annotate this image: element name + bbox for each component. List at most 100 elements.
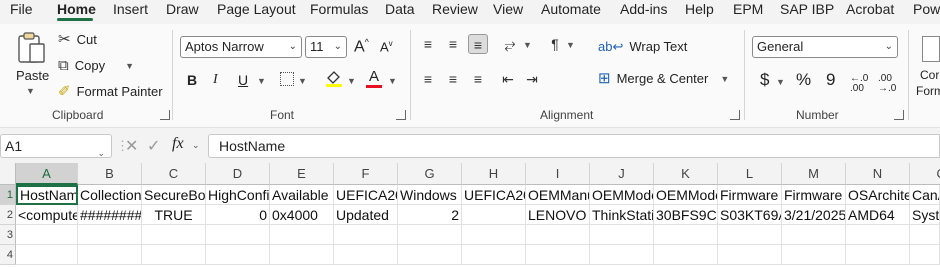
grow-font-icon[interactable]: A^ <box>354 37 369 56</box>
cell-o3[interactable] <box>910 225 940 245</box>
tab-review[interactable]: Review <box>432 1 478 17</box>
merge-dropdown-icon[interactable]: ▼ <box>720 74 729 84</box>
select-all-corner[interactable] <box>0 163 16 185</box>
cell-d3[interactable] <box>206 225 270 245</box>
fill-color-icon[interactable] <box>324 68 344 88</box>
orientation-icon[interactable]: ⥂ <box>500 34 520 54</box>
tab-epm[interactable]: EPM <box>733 1 763 17</box>
cell-m1[interactable]: Firmware <box>782 185 846 205</box>
copy-button[interactable]: ⧉ Copy ▼ <box>58 58 134 73</box>
increase-indent-icon[interactable]: ⇥ <box>522 69 542 89</box>
cut-button[interactable]: ✂ Cut <box>58 32 97 47</box>
tab-sap-ibp[interactable]: SAP IBP <box>780 1 834 17</box>
tab-file[interactable]: File <box>10 1 33 17</box>
font-launcher-icon[interactable] <box>396 110 406 120</box>
borders-dropdown-icon[interactable]: ▼ <box>298 76 307 86</box>
cell-i4[interactable] <box>526 245 590 265</box>
fill-color-dropdown-icon[interactable]: ▼ <box>347 76 356 86</box>
column-header-f[interactable]: F <box>334 163 398 185</box>
align-top-icon[interactable]: ≡ <box>418 34 438 54</box>
tab-page-layout[interactable]: Page Layout <box>217 1 296 17</box>
text-direction-icon[interactable]: ¶ <box>545 34 565 54</box>
underline-button[interactable]: U <box>238 72 248 88</box>
cell-h2[interactable] <box>462 205 526 225</box>
cell-e1[interactable]: Available <box>270 185 334 205</box>
cell-m3[interactable] <box>782 225 846 245</box>
cell-m2[interactable]: 3/21/2025 <box>782 205 846 225</box>
column-header-g[interactable]: G <box>398 163 462 185</box>
row-header-1[interactable]: 1 <box>0 185 16 205</box>
column-header-m[interactable]: M <box>782 163 846 185</box>
column-header-k[interactable]: K <box>654 163 718 185</box>
tab-help[interactable]: Help <box>685 1 714 17</box>
borders-icon[interactable] <box>280 72 294 86</box>
cell-j1[interactable]: OEMMode <box>590 185 654 205</box>
text-direction-dropdown-icon[interactable]: ▼ <box>566 40 575 50</box>
cell-d2[interactable]: 0 <box>206 205 270 225</box>
cell-l3[interactable] <box>718 225 782 245</box>
insert-function-icon[interactable]: fx <box>172 135 184 153</box>
font-color-dropdown-icon[interactable]: ▼ <box>388 76 397 86</box>
shrink-font-icon[interactable]: Av <box>380 39 393 54</box>
column-header-j[interactable]: J <box>590 163 654 185</box>
increase-decimal-icon[interactable]: ←.0.00 <box>850 74 868 94</box>
cell-j3[interactable] <box>590 225 654 245</box>
align-center-icon[interactable]: ≡ <box>443 69 463 89</box>
cell-o2[interactable]: Syste <box>910 205 940 225</box>
percent-icon[interactable]: % <box>796 70 811 90</box>
cell-c1[interactable]: SecureBoo <box>142 185 206 205</box>
paste-icon[interactable] <box>14 30 50 66</box>
cell-l2[interactable]: S03KT69A <box>718 205 782 225</box>
cell-d1[interactable]: HighConfi <box>206 185 270 205</box>
cell-f4[interactable] <box>334 245 398 265</box>
tab-data[interactable]: Data <box>385 1 415 17</box>
row-header-3[interactable]: 3 <box>0 225 16 245</box>
cell-h1[interactable]: UEFICA202 <box>462 185 526 205</box>
cell-a1[interactable]: HostNam <box>16 185 78 205</box>
column-header-n[interactable]: N <box>846 163 910 185</box>
tab-view[interactable]: View <box>493 1 523 17</box>
cell-e3[interactable] <box>270 225 334 245</box>
conditional-formatting-icon[interactable] <box>922 36 940 62</box>
tab-draw[interactable]: Draw <box>166 1 199 17</box>
cell-h3[interactable] <box>462 225 526 245</box>
align-middle-icon[interactable]: ≡ <box>443 34 463 54</box>
tab-formulas[interactable]: Formulas <box>310 1 368 17</box>
column-header-i[interactable]: I <box>526 163 590 185</box>
cell-o4[interactable] <box>910 245 940 265</box>
underline-dropdown-icon[interactable]: ▼ <box>257 76 266 86</box>
number-format-select[interactable]: General ⌄ <box>752 36 898 58</box>
tab-insert[interactable]: Insert <box>113 1 148 17</box>
cell-g4[interactable] <box>398 245 462 265</box>
italic-button[interactable]: I <box>213 72 218 88</box>
cell-l1[interactable]: Firmware <box>718 185 782 205</box>
currency-icon[interactable]: $ <box>760 70 769 90</box>
tab-acrobat[interactable]: Acrobat <box>846 1 894 17</box>
paste-button[interactable]: Paste <box>16 68 49 83</box>
cell-a2[interactable]: <compute <box>16 205 78 225</box>
merge-center-button[interactable]: ⊞ Merge & Center ▼ <box>598 71 729 86</box>
number-launcher-icon[interactable] <box>894 110 904 120</box>
cell-h4[interactable] <box>462 245 526 265</box>
cell-c3[interactable] <box>142 225 206 245</box>
cell-k2[interactable]: 30BFS9C9 <box>654 205 718 225</box>
tab-power[interactable]: Pow <box>913 1 940 17</box>
decrease-indent-icon[interactable]: ⇤ <box>498 69 518 89</box>
cell-g1[interactable]: Windows <box>398 185 462 205</box>
tab-home[interactable]: Home <box>57 1 96 17</box>
cell-c4[interactable] <box>142 245 206 265</box>
cell-k4[interactable] <box>654 245 718 265</box>
cancel-icon[interactable]: ✕ <box>125 136 138 156</box>
cell-n2[interactable]: AMD64 <box>846 205 910 225</box>
font-size-select[interactable]: 11 ⌄ <box>305 36 347 58</box>
font-name-select[interactable]: Aptos Narrow ⌄ <box>180 36 302 58</box>
align-right-icon[interactable]: ≡ <box>468 69 488 89</box>
column-header-b[interactable]: B <box>78 163 142 185</box>
format-painter-button[interactable]: ✐ Format Painter <box>58 84 163 99</box>
cell-e2[interactable]: 0x4000 <box>270 205 334 225</box>
cell-g3[interactable] <box>398 225 462 245</box>
cell-c2[interactable]: TRUE <box>142 205 206 225</box>
cell-g2[interactable]: 2 <box>398 205 462 225</box>
cell-l4[interactable] <box>718 245 782 265</box>
cell-k1[interactable]: OEMMode <box>654 185 718 205</box>
